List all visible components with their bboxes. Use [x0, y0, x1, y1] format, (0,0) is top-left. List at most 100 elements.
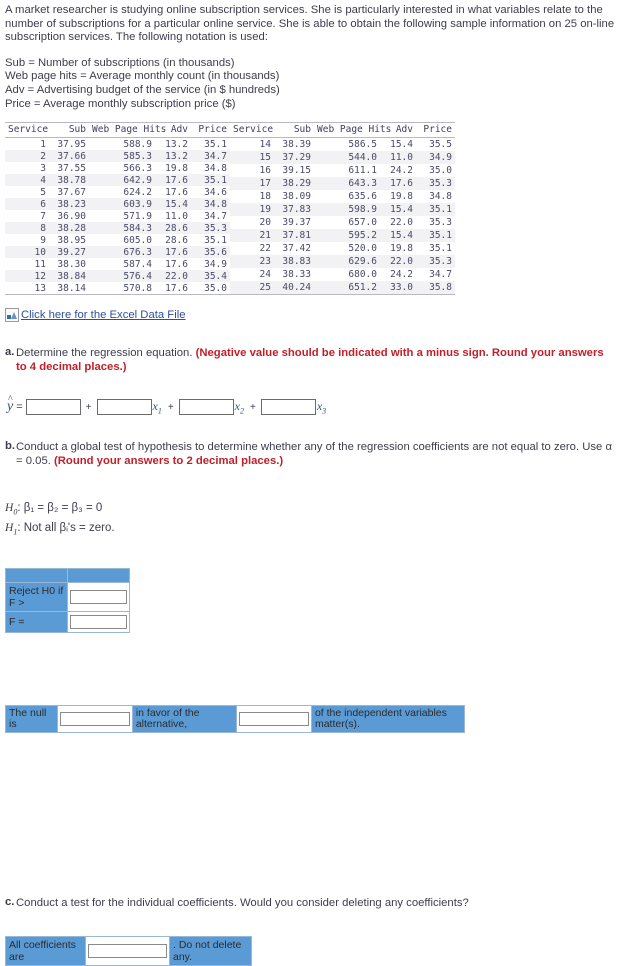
cell-sub: 37.29 [274, 151, 314, 165]
cell-price: 35.3 [191, 222, 230, 235]
x3-subscript: 3 [322, 406, 327, 416]
cell-service: 9 [40, 234, 46, 246]
reject-rule-input-cell[interactable] [67, 582, 130, 613]
coefficients-conclusion-table: All coefficients are . Do not delete any… [5, 936, 252, 966]
operator-1: + [85, 401, 92, 413]
cell-price: 35.1 [204, 138, 227, 150]
excel-data-file-link[interactable]: Click here for the Excel Data File [21, 309, 186, 321]
cell-price: 35.8 [416, 281, 455, 296]
cell-service: 16 [259, 165, 271, 177]
cell-service: 14 [259, 139, 271, 151]
cell-sub: 39.27 [49, 246, 89, 259]
cell-adv: 28.6 [165, 234, 188, 246]
critical-f-input[interactable] [70, 590, 127, 605]
coefficient-b3-input[interactable] [260, 399, 316, 416]
null-hypothesis-line: H0: β₁ = β₂ = β₃ = 0 [5, 500, 632, 520]
excel-data-file-line[interactable]: Click here for the Excel Data File [5, 308, 632, 323]
intercept-input[interactable] [25, 399, 81, 416]
cell-sub: 38.33 [282, 269, 311, 281]
cell-sub: 38.29 [274, 177, 314, 191]
cell-adv: 24.2 [390, 269, 413, 281]
notation-line-adv: Adv = Advertising budget of the service … [5, 83, 280, 96]
null-quantifier-input-cell[interactable] [236, 705, 312, 734]
null-decision-input[interactable] [60, 712, 130, 727]
operator-2: + [167, 401, 174, 413]
coefficients-input-cell[interactable] [85, 936, 170, 966]
col-header-sub: Sub [49, 122, 89, 139]
cell-service: 10 [5, 246, 49, 259]
table-row: 16 39.15 611.1 24.2 35.0 [230, 164, 455, 177]
cell-hits: 587.4 [123, 258, 152, 270]
col-header-price: Price [191, 122, 230, 139]
table-row: 1 37.95 588.9 13.2 35.1 [5, 138, 230, 151]
f-value-input-cell[interactable] [67, 611, 130, 634]
cell-adv: 19.8 [390, 243, 413, 255]
exercise-page: A market researcher is studying online s… [0, 0, 637, 966]
cell-price: 35.1 [416, 229, 455, 243]
null-quantifier-input[interactable] [239, 712, 309, 727]
part-a-text-plain: Determine the regression equation. [16, 347, 196, 360]
table-row: 24 38.33 680.0 24.2 34.7 [230, 268, 455, 281]
question-part-b: b. Conduct a global test of hypothesis t… [5, 440, 632, 468]
coefficient-b1-input[interactable] [96, 399, 152, 416]
data-table-right: Service Sub Web Page Hits Adv Price 14 38… [230, 122, 455, 296]
cell-price: 35.6 [191, 246, 230, 259]
x2-subscript: 2 [240, 406, 244, 416]
cell-price: 35.3 [416, 255, 455, 269]
cell-adv: 13.2 [155, 150, 191, 163]
cell-hits: 611.1 [348, 165, 377, 177]
cell-service: 19 [230, 203, 274, 217]
h1-statement: : Not all βᵢ's = zero. [17, 521, 115, 534]
broken-image-icon [5, 308, 19, 323]
cell-sub: 40.24 [274, 281, 314, 296]
cell-hits: 584.3 [89, 222, 155, 235]
part-c-letter: c. [5, 896, 15, 909]
col-header-price: Price [416, 122, 455, 139]
cell-adv: 28.6 [155, 222, 191, 235]
cell-sub: 37.55 [57, 162, 86, 174]
table-row: 10 39.27 676.3 17.6 35.6 [5, 246, 230, 259]
h1-symbol: H1 [5, 522, 17, 536]
table-row: 4 38.78 642.9 17.6 35.1 [5, 174, 230, 187]
cell-adv: 19.8 [390, 191, 413, 203]
cell-adv: 15.4 [380, 229, 416, 243]
cell-service: 24 [259, 269, 271, 281]
cell-sub: 38.39 [282, 139, 311, 151]
coefficients-significance-input[interactable] [88, 944, 167, 959]
x1-variable: x1 [153, 399, 162, 415]
cell-price: 34.7 [429, 269, 452, 281]
table-row: 23 38.83 629.6 22.0 35.3 [230, 255, 455, 269]
table-header-row: Service Sub Web Page Hits Adv Price [230, 122, 455, 139]
cell-price: 35.0 [191, 282, 230, 296]
cell-sub: 36.90 [57, 210, 86, 222]
cell-hits: 605.0 [123, 234, 152, 246]
cell-service: 11 [34, 258, 46, 270]
coefficient-b2-input[interactable] [178, 399, 234, 416]
cell-hits: 643.3 [314, 177, 380, 191]
null-decision-input-cell[interactable] [57, 705, 133, 734]
null-conclusion-row: The null is in favor of the alternative,… [4, 705, 466, 734]
cell-hits: 576.4 [89, 270, 155, 283]
part-a-letter: a. [5, 346, 15, 359]
cell-price: 34.9 [416, 151, 455, 165]
h0-symbol: H0 [5, 502, 17, 516]
cell-service: 17 [230, 177, 274, 191]
cell-hits: 629.6 [314, 255, 380, 269]
question-part-c: c. Conduct a test for the individual coe… [5, 896, 632, 910]
sample-data-tables: Service Sub Web Page Hits Adv Price 1 37.… [5, 122, 632, 296]
reject-table-header-strip [5, 568, 130, 584]
table-row: 14 38.39 586.5 15.4 35.5 [230, 138, 455, 152]
cell-service: 8 [5, 222, 49, 235]
cell-price: 35.5 [429, 139, 452, 151]
cell-price: 35.1 [429, 243, 452, 255]
x2-variable: x2 [235, 399, 244, 415]
cell-adv: 19.8 [165, 162, 188, 174]
part-b-text: Conduct a global test of hypothesis to d… [16, 440, 616, 468]
cell-service: 23 [230, 255, 274, 269]
operator-3: + [250, 401, 256, 413]
cell-adv: 17.6 [380, 177, 416, 191]
cell-hits: 603.9 [89, 198, 155, 211]
table-row: 7 36.90 571.9 11.0 34.7 [5, 210, 230, 222]
f-statistic-input[interactable] [70, 615, 127, 630]
coefficients-suffix: . Do not delete any. [169, 936, 252, 966]
